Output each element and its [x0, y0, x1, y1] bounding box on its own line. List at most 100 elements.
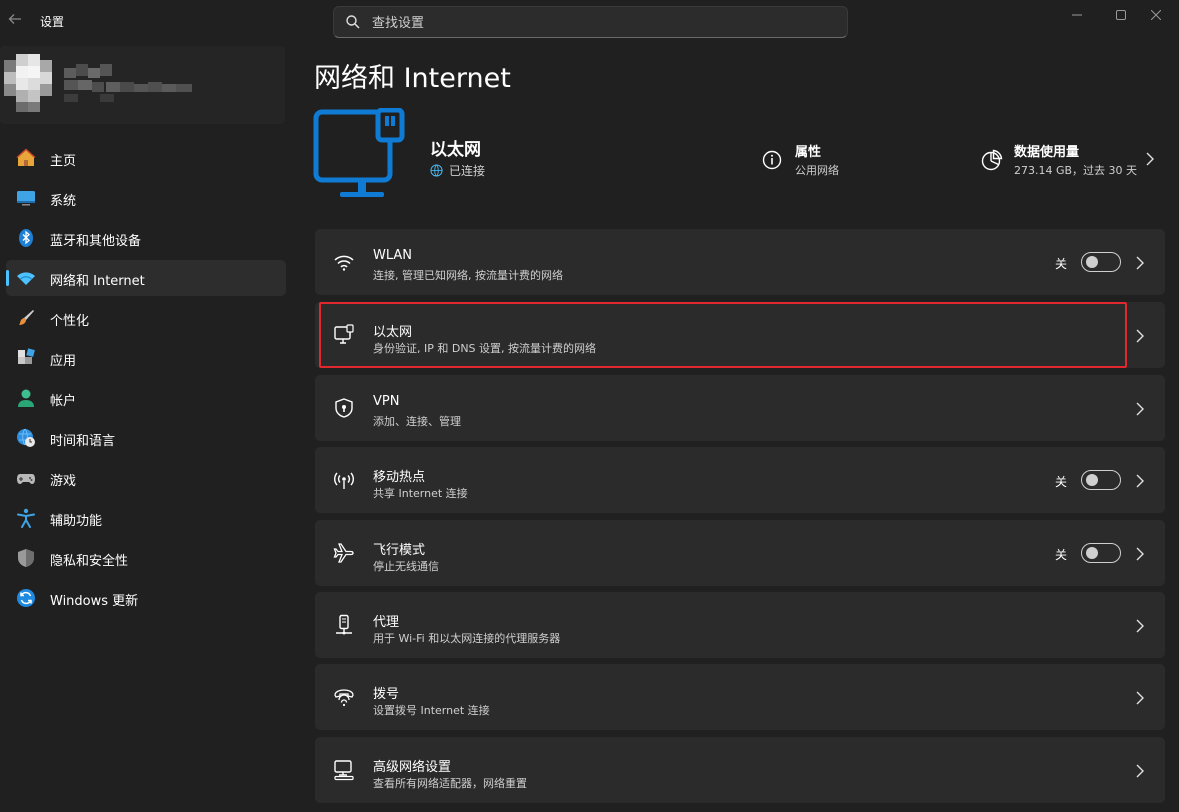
- properties-link[interactable]: 属性: [795, 141, 821, 160]
- app-title: 设置: [40, 15, 65, 29]
- vpn-card[interactable]: VPN 添加、连接、管理: [315, 375, 1165, 441]
- airplane-icon: [333, 543, 354, 563]
- wifi-icon: [334, 255, 354, 271]
- sidebar-item-time-language[interactable]: 时间和语言: [6, 420, 286, 456]
- sidebar-item-accessibility[interactable]: 辅助功能: [6, 500, 286, 536]
- connection-status: 已连接: [430, 162, 485, 179]
- sidebar-item-label: 隐私和安全性: [50, 554, 129, 569]
- toggle-state-label: 关: [1055, 257, 1068, 271]
- brush-icon: [19, 310, 34, 325]
- network-profile-type: 公用网络: [795, 164, 839, 177]
- search-icon: [346, 15, 360, 29]
- card-subtitle: 查看所有网络适配器，网络重置: [373, 777, 527, 790]
- card-title: 高级网络设置: [373, 760, 452, 775]
- airplane-mode-toggle[interactable]: [1081, 543, 1121, 563]
- shield-icon: [18, 549, 34, 567]
- card-title: 移动热点: [373, 470, 426, 485]
- user-profile-card[interactable]: [0, 46, 285, 124]
- globe-clock-icon: [17, 428, 35, 447]
- proxy-icon: [336, 614, 352, 635]
- wifi-icon: [17, 272, 35, 285]
- card-subtitle: 设置拨号 Internet 连接: [373, 704, 490, 717]
- dial-up-card[interactable]: 拨号 设置拨号 Internet 连接: [315, 664, 1165, 730]
- sidebar-item-personalization[interactable]: 个性化: [6, 300, 286, 336]
- highlight-box: [319, 302, 1127, 368]
- update-icon: [17, 589, 35, 607]
- title-bar: 设置: [0, 0, 1179, 40]
- accessibility-icon: [17, 508, 35, 528]
- vpn-shield-icon: [335, 398, 353, 418]
- dialup-icon: [334, 689, 354, 707]
- maximize-icon: [1116, 10, 1126, 20]
- card-title: 飞行模式: [373, 543, 426, 558]
- search-box[interactable]: [333, 6, 848, 38]
- sidebar-item-label: 游戏: [50, 474, 77, 489]
- card-subtitle: 连接, 管理已知网络, 按流量计费的网络: [373, 269, 563, 282]
- sidebar-item-label: 帐户: [50, 394, 77, 409]
- back-button[interactable]: [4, 8, 26, 30]
- wlan-card[interactable]: WLAN 连接, 管理已知网络, 按流量计费的网络 关: [315, 229, 1165, 295]
- data-usage-link[interactable]: 数据使用量: [1014, 141, 1079, 160]
- search-input[interactable]: [372, 13, 812, 33]
- apps-icon: [18, 348, 35, 364]
- chevron-right-icon: [1136, 764, 1144, 778]
- globe-icon: [430, 164, 443, 177]
- hotspot-icon: [334, 472, 354, 489]
- card-subtitle: 共享 Internet 连接: [373, 487, 468, 500]
- minimize-icon: [1072, 14, 1082, 16]
- sidebar-item-label: Windows 更新: [50, 594, 139, 609]
- card-title: VPN: [373, 394, 400, 409]
- chevron-right-icon: [1136, 691, 1144, 705]
- page-title: 网络和 Internet: [314, 63, 511, 94]
- chevron-right-icon: [1136, 474, 1144, 488]
- ethernet-large-icon: [313, 108, 405, 197]
- minimize-button[interactable]: [1054, 0, 1100, 30]
- sidebar-item-label: 主页: [50, 154, 77, 169]
- airplane-mode-card[interactable]: 飞行模式 停止无线通信 关: [315, 520, 1165, 586]
- sidebar-item-gaming[interactable]: 游戏: [6, 460, 286, 496]
- card-subtitle: 停止无线通信: [373, 560, 439, 573]
- close-icon: [1151, 10, 1161, 20]
- chevron-right-icon: [1136, 402, 1144, 416]
- sidebar-item-bluetooth[interactable]: 蓝牙和其他设备: [6, 220, 286, 256]
- home-icon: [16, 148, 36, 166]
- toggle-state-label: 关: [1055, 548, 1068, 562]
- sidebar-item-privacy[interactable]: 隐私和安全性: [6, 540, 286, 576]
- toggle-knob: [1086, 547, 1098, 559]
- connection-name: 以太网: [430, 140, 481, 160]
- chevron-right-icon: [1136, 619, 1144, 633]
- gamepad-icon: [17, 474, 35, 484]
- sidebar-item-network[interactable]: 网络和 Internet: [6, 260, 286, 296]
- card-title: WLAN: [373, 248, 413, 263]
- display-icon: [17, 191, 35, 206]
- arrow-left-icon: [8, 14, 21, 24]
- sidebar-item-apps[interactable]: 应用: [6, 340, 286, 376]
- sidebar-item-home[interactable]: 主页: [6, 140, 286, 176]
- sidebar-nav: 主页 系统 蓝牙和其他设备 网络和 Internet 个性化 应用 帐户 时间和…: [6, 140, 286, 620]
- advanced-network-settings-card[interactable]: 高级网络设置 查看所有网络适配器，网络重置: [315, 737, 1165, 803]
- info-icon: [762, 150, 782, 170]
- connection-status-text: 已连接: [449, 164, 486, 178]
- sidebar-item-label: 应用: [50, 354, 77, 369]
- sidebar-item-label: 时间和语言: [50, 434, 116, 449]
- card-subtitle: 添加、连接、管理: [373, 415, 461, 428]
- toggle-knob: [1086, 256, 1098, 268]
- sidebar-item-label: 网络和 Internet: [50, 274, 145, 289]
- chevron-right-icon: [1136, 547, 1144, 561]
- mobile-hotspot-card[interactable]: 移动热点 共享 Internet 连接 关: [315, 447, 1165, 513]
- sidebar-item-label: 系统: [50, 194, 77, 209]
- wlan-toggle[interactable]: [1081, 252, 1121, 272]
- pie-chart-icon: [981, 149, 1003, 171]
- chevron-right-icon[interactable]: [1143, 151, 1157, 167]
- sidebar-item-windows-update[interactable]: Windows 更新: [6, 580, 286, 616]
- close-button[interactable]: [1133, 0, 1179, 30]
- hotspot-toggle[interactable]: [1081, 470, 1121, 490]
- sidebar-item-label: 蓝牙和其他设备: [50, 234, 142, 249]
- sidebar-item-accounts[interactable]: 帐户: [6, 380, 286, 416]
- advanced-network-icon: [334, 760, 354, 781]
- bluetooth-icon: [19, 229, 33, 247]
- person-icon: [18, 389, 34, 407]
- sidebar-item-system[interactable]: 系统: [6, 180, 286, 216]
- toggle-knob: [1086, 474, 1098, 486]
- proxy-card[interactable]: 代理 用于 Wi-Fi 和以太网连接的代理服务器: [315, 592, 1165, 658]
